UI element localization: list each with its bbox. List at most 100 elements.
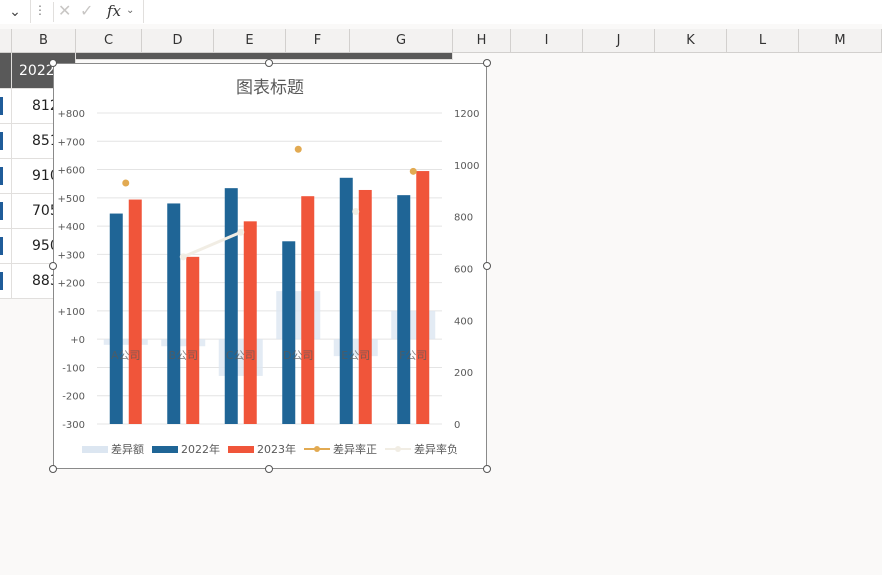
y-left-tick-label: +600 (58, 166, 85, 177)
y-right-tick-label: 0 (454, 420, 460, 431)
resize-handle-bottom-left[interactable] (49, 465, 57, 473)
legend-item[interactable]: 差异率负 (385, 441, 458, 457)
chart-object[interactable]: 图表标题 +800 +700 +600 +500 +400 +300 +200 +100 +0-… (53, 63, 487, 469)
y-right-tick-label: 200 (454, 368, 473, 379)
blue-row-marker (0, 132, 3, 150)
marker-negative-rate (237, 228, 245, 236)
row-marker[interactable] (0, 194, 12, 229)
bar-2022 (167, 203, 181, 424)
table-header-strip (76, 53, 453, 60)
x-category-label: D公司 (283, 349, 313, 362)
resize-handle-left[interactable] (49, 262, 57, 270)
cancel-icon[interactable]: ✕ (58, 1, 71, 20)
resize-handle-bottom[interactable] (265, 465, 273, 473)
legend-swatch (385, 446, 411, 452)
bar-2022 (339, 177, 353, 424)
chart-plot[interactable]: +800 +700 +600 +500 +400 +300 +200 +100 +0 -100 -2… (54, 64, 488, 470)
y-left-tick-label: +400 (58, 222, 85, 233)
column-header-f[interactable]: F (286, 29, 350, 53)
column-header-i[interactable]: I (511, 29, 583, 53)
column-header-k[interactable]: K (655, 29, 727, 53)
legend-item[interactable]: 2023年 (228, 441, 296, 457)
row-marker[interactable] (0, 264, 12, 299)
insert-function-button[interactable]: fx (107, 2, 121, 20)
legend-swatch (228, 445, 254, 453)
x-category-label: C公司 (226, 349, 256, 362)
confirm-icon[interactable]: ✓ (80, 1, 93, 20)
row-marker[interactable] (0, 124, 12, 159)
chart-legend[interactable]: 差异额 2022年 2023年 差异率正 差异率负 (82, 441, 458, 457)
legend-marker (395, 446, 401, 452)
blue-row-marker (0, 202, 3, 220)
column-header-g[interactable]: G (350, 29, 453, 53)
column-header-e[interactable]: E (214, 29, 286, 53)
blue-row-marker (0, 97, 3, 115)
resize-handle-top[interactable] (265, 59, 273, 67)
bar-2022 (282, 241, 296, 424)
chevron-down-icon[interactable]: ⌄ (126, 5, 134, 16)
marker-positive-rate (409, 167, 417, 175)
x-category-label: A公司 (111, 349, 141, 362)
name-box-dropdown[interactable]: ⌄ (0, 0, 31, 23)
y-right-tick-label: 1200 (454, 109, 479, 120)
y-left-tick-label: +300 (58, 250, 85, 261)
legend-label: 2023年 (257, 443, 296, 456)
bar-2023 (243, 221, 257, 424)
column-header-b[interactable]: B (12, 29, 76, 53)
resize-handle-top-left[interactable] (49, 59, 57, 67)
formula-bar: ⌄ ⋮ ✕ ✓ fx ⌄ (0, 0, 882, 25)
resize-handle-top-right[interactable] (483, 59, 491, 67)
legend-item[interactable]: 差异率正 (304, 441, 377, 457)
column-header-h[interactable]: H (453, 29, 511, 53)
legend-item[interactable]: 差异额 (82, 441, 144, 457)
row-marker[interactable] (0, 89, 12, 124)
select-all-corner[interactable] (0, 29, 12, 53)
resize-handle-bottom-right[interactable] (483, 465, 491, 473)
y-right-tick-label: 1000 (454, 161, 479, 172)
row-marker[interactable] (0, 229, 12, 264)
marker-positive-rate (122, 179, 130, 187)
y-left-tick-label: +800 (58, 109, 85, 120)
more-options-icon[interactable]: ⋮ (34, 3, 46, 17)
blue-row-marker (0, 167, 3, 185)
row-header-cell[interactable] (0, 53, 12, 89)
bar-2023 (128, 199, 142, 424)
x-category-label: E公司 (341, 349, 370, 362)
legend-marker (314, 446, 320, 452)
legend-label: 2022年 (181, 443, 220, 456)
legend-label: 差异率正 (333, 443, 377, 456)
legend-swatch (152, 445, 178, 453)
marker-positive-rate (294, 145, 302, 153)
bar-2022 (224, 188, 238, 424)
bar-2023 (186, 256, 200, 424)
formula-bar-divider (53, 2, 54, 22)
bar-2022 (397, 195, 411, 424)
bar-2023 (301, 196, 315, 424)
legend-swatch (304, 446, 330, 452)
x-category-label: B公司 (168, 349, 198, 362)
row-marker[interactable] (0, 159, 12, 194)
bar-2023 (358, 189, 372, 424)
column-header-m[interactable]: M (799, 29, 882, 53)
column-header-c[interactable]: C (76, 29, 142, 53)
legend-label: 差异率负 (414, 443, 458, 456)
column-header-d[interactable]: D (142, 29, 214, 53)
resize-handle-right[interactable] (483, 262, 491, 270)
y-left-tick-label: -300 (62, 420, 85, 431)
y-right-tick-label: 400 (454, 316, 473, 327)
y-left-tick-label: +500 (58, 194, 85, 205)
y-left-tick-label: +200 (58, 279, 85, 290)
bar-2023 (416, 171, 430, 424)
y-right-tick-label: 800 (454, 213, 473, 224)
column-header-l[interactable]: L (727, 29, 799, 53)
blue-row-marker (0, 237, 3, 255)
formula-input[interactable] (143, 0, 882, 23)
legend-swatch (82, 445, 108, 453)
bar-2022 (109, 213, 123, 424)
column-header-j[interactable]: J (583, 29, 655, 53)
y-left-tick-label: -200 (62, 392, 85, 403)
y-right-tick-label: 600 (454, 265, 473, 276)
y-left-tick-label: +0 (70, 335, 85, 346)
marker-negative-rate (352, 207, 360, 215)
legend-item[interactable]: 2022年 (152, 441, 220, 457)
